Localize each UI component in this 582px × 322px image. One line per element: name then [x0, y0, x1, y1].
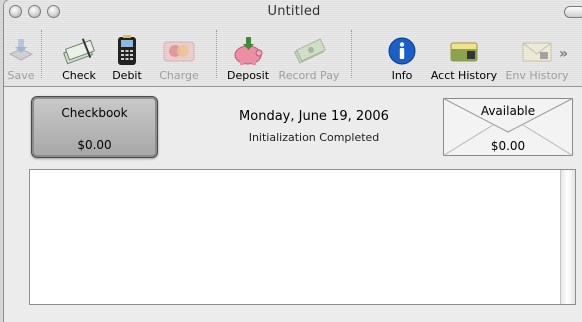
main-content: Checkbook $0.00 Monday, June 19, 2006 In…	[4, 87, 582, 322]
save-icon	[4, 35, 38, 67]
credit-card-icon	[162, 35, 196, 67]
toolbar-separator	[351, 30, 352, 78]
record-pay-button[interactable]: Record Pay	[277, 24, 341, 82]
env-history-label: Env History	[505, 69, 569, 82]
checkbook-label: Checkbook	[61, 106, 128, 120]
check-icon	[62, 35, 96, 67]
checkbook-amount: $0.00	[77, 138, 112, 152]
check-button[interactable]: Check	[54, 24, 104, 82]
current-date: Monday, June 19, 2006	[239, 109, 389, 124]
charge-label: Charge	[159, 69, 199, 82]
save-button[interactable]: Save	[6, 24, 36, 82]
toolbar-overflow-icon[interactable]: »	[559, 46, 568, 62]
info-icon	[385, 35, 419, 67]
toolbar-separator	[41, 30, 42, 78]
record-pay-label: Record Pay	[278, 69, 340, 82]
app-window: Untitled Save Check Debit Charge Deposit…	[4, 0, 582, 322]
envelope-history-icon	[520, 35, 554, 67]
deposit-label: Deposit	[226, 69, 270, 82]
acct-history-label: Acct History	[430, 69, 498, 82]
info-button[interactable]: Info	[384, 24, 420, 82]
window-title: Untitled	[267, 4, 321, 19]
checkbook-button[interactable]: Checkbook $0.00	[31, 96, 158, 158]
deposit-button[interactable]: Deposit	[224, 24, 272, 82]
toolbar-toggle-button[interactable]	[564, 6, 582, 18]
folder-history-icon	[447, 35, 481, 67]
debit-label: Debit	[112, 69, 142, 82]
available-envelope[interactable]: Available $0.00	[443, 98, 573, 156]
debit-terminal-icon	[110, 35, 144, 67]
check-label: Check	[62, 69, 96, 82]
title-toolbar: Untitled Save Check Debit Charge Deposit…	[4, 0, 582, 87]
toolbar-separator	[216, 30, 217, 78]
transaction-list[interactable]	[29, 169, 576, 305]
info-label: Info	[391, 69, 413, 82]
status-text: Initialization Completed	[248, 131, 380, 144]
save-label: Save	[7, 69, 35, 82]
available-label: Available	[480, 104, 536, 118]
available-amount: $0.00	[490, 139, 526, 153]
acct-history-button[interactable]: Acct History	[426, 24, 502, 82]
debit-button[interactable]: Debit	[107, 24, 147, 82]
charge-button[interactable]: Charge	[154, 24, 204, 82]
vertical-scrollbar[interactable]	[560, 170, 575, 304]
piggy-bank-icon	[231, 35, 265, 67]
money-stack-icon	[292, 35, 326, 67]
